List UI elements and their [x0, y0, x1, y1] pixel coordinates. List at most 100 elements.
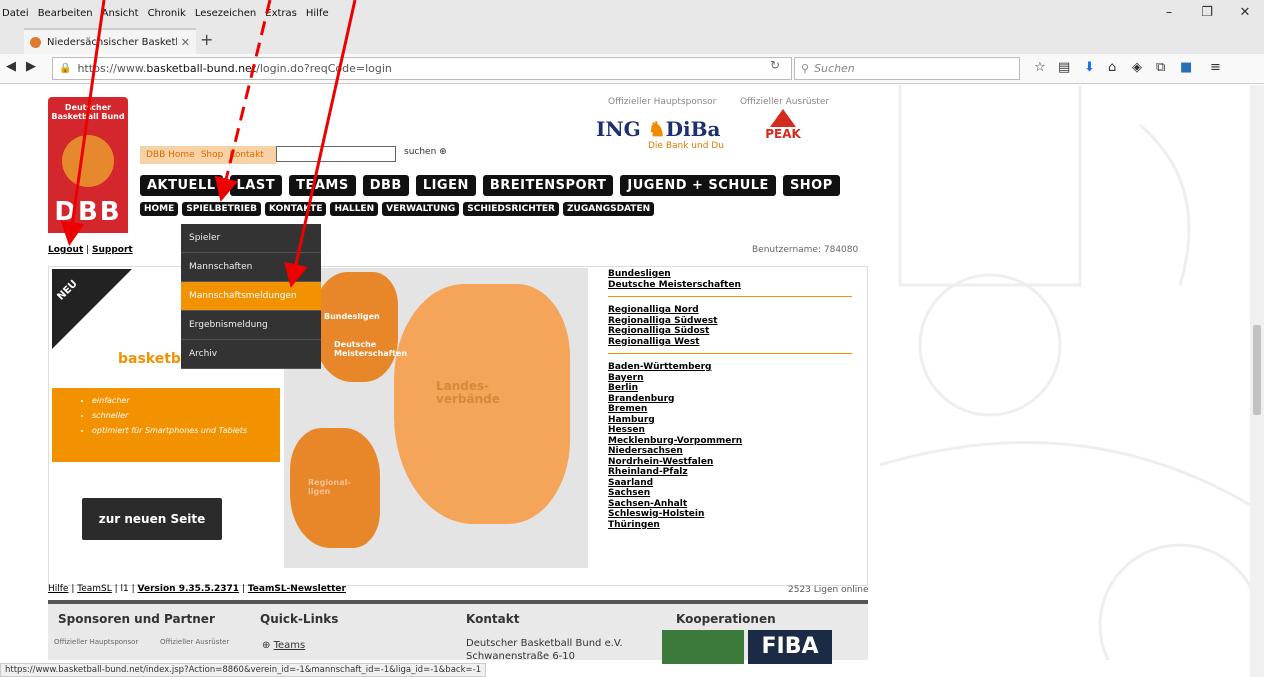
url-prefix: https://www. [77, 62, 147, 75]
fiba-logo[interactable]: FIBA [748, 630, 832, 664]
menu-chronik[interactable]: Chronik [148, 8, 186, 19]
link-state[interactable]: Berlin [608, 383, 852, 394]
subnav-spielbetrieb[interactable]: SPIELBETRIEB [182, 202, 262, 216]
link-state[interactable]: Mecklenburg-Vorpommern [608, 436, 852, 447]
bookmark-star-icon[interactable]: ☆ [1034, 60, 1046, 75]
quicklink-teams-label: Teams [273, 640, 306, 651]
tab-close-icon[interactable]: ✕ [181, 36, 190, 49]
heading-kontakt: Kontakt [466, 612, 520, 626]
link-regional[interactable]: Regionalliga Südost [608, 326, 852, 337]
url-bar[interactable]: 🔒 https://www. basketball-bund.net/login.… [52, 57, 792, 80]
dropdown-mannschaften[interactable]: Mannschaften [181, 253, 321, 282]
quicklink-teams[interactable]: ⊕ Teams [262, 640, 305, 651]
menu-datei[interactable]: Datei [2, 8, 29, 19]
nav-last[interactable]: LAST [229, 175, 283, 196]
dropdown-archiv[interactable]: Archiv [181, 340, 321, 369]
link-state[interactable]: Thüringen [608, 520, 852, 531]
map-bundesligen[interactable] [314, 272, 398, 382]
kontakt-link[interactable]: Kontakt [229, 150, 263, 160]
link-state[interactable]: Baden-Württemberg [608, 362, 852, 373]
shop-link[interactable]: Shop [201, 150, 224, 160]
dropdown-spieler[interactable]: Spieler [181, 224, 321, 253]
dbb-home-link[interactable]: DBB Home [146, 150, 195, 160]
link-state[interactable]: Hamburg [608, 415, 852, 426]
link-state[interactable]: Sachsen-Anhalt [608, 499, 852, 510]
nav-breitensport[interactable]: BREITENSPORT [482, 175, 614, 196]
scroll-thumb[interactable] [1253, 325, 1261, 415]
dropdown-mannschaftsmeldungen[interactable]: Mannschaftsmeldungen [181, 282, 321, 311]
bookmarks-list-icon[interactable]: ▤ [1058, 60, 1070, 75]
ing-diba-logo[interactable]: ING ♞DiBa [596, 117, 720, 141]
link-dm[interactable]: Deutsche Meisterschaften [608, 280, 852, 291]
menu-ansicht[interactable]: Ansicht [102, 8, 139, 19]
link-state[interactable]: Niedersachsen [608, 446, 852, 457]
dbb-logo[interactable]: Deutscher Basketball Bund DBB [48, 97, 128, 233]
link-state[interactable]: Saarland [608, 478, 852, 489]
vertical-scrollbar[interactable] [1250, 85, 1264, 677]
support-link[interactable]: Support [92, 245, 133, 255]
link-regional[interactable]: Regionalliga Nord [608, 305, 852, 316]
nav-ligen[interactable]: LIGEN [415, 175, 476, 196]
screenshot-icon[interactable]: ⧉ [1156, 60, 1165, 75]
link-state[interactable]: Schleswig-Holstein [608, 509, 852, 520]
nav-aktuell[interactable]: AKTUELL [140, 175, 223, 196]
germany-map[interactable]: Bundesligen Deutsche Meisterschaften Lan… [284, 268, 588, 568]
link-state[interactable]: Sachsen [608, 488, 852, 499]
main-sponsor-label: Offizieller Hauptsponsor [608, 97, 717, 107]
link-state[interactable]: Bremen [608, 404, 852, 415]
peak-logo[interactable]: PEAK [763, 109, 803, 141]
extension-icon[interactable]: ■ [1180, 60, 1192, 75]
favicon-icon [30, 36, 41, 48]
link-bundesligen[interactable]: Bundesligen [608, 269, 852, 280]
nav-teams[interactable]: TEAMS [289, 175, 356, 196]
site-search-input[interactable] [276, 146, 396, 162]
link-state[interactable]: Bayern [608, 373, 852, 384]
link-regional[interactable]: Regionalliga West [608, 337, 852, 348]
logout-link[interactable]: Logout [48, 245, 83, 255]
reload-icon[interactable]: ↻ [770, 58, 780, 72]
tab-active[interactable]: Niedersächsischer Basketbal ✕ [24, 28, 196, 54]
link-state[interactable]: Rheinland-Pfalz [608, 467, 852, 478]
hamburger-menu-icon[interactable]: ≡ [1210, 60, 1221, 75]
search-icon: ⚲ [801, 62, 810, 75]
menu-extras[interactable]: Extras [265, 8, 297, 19]
nav-jugend-schule[interactable]: JUGEND + SCHULE [620, 175, 776, 196]
nav-shop[interactable]: SHOP [782, 175, 840, 196]
menu-bearbeiten[interactable]: Bearbeiten [38, 8, 93, 19]
menu-hilfe[interactable]: Hilfe [306, 8, 329, 19]
dropdown-ergebnismeldung[interactable]: Ergebnismeldung [181, 311, 321, 340]
new-tab-icon[interactable]: + [200, 30, 213, 49]
pocket-icon[interactable]: ◈ [1132, 60, 1142, 75]
nav-dbb[interactable]: DBB [362, 175, 409, 196]
subnav-kontakte[interactable]: KONTAKTE [265, 202, 327, 216]
home-icon[interactable]: ⌂ [1108, 60, 1116, 75]
subnav-verwaltung[interactable]: VERWALTUNG [382, 202, 460, 216]
heading-quicklinks: Quick-Links [260, 612, 339, 626]
url-host: basketball-bund.net [146, 62, 257, 75]
link-state[interactable]: Nordrhein-Westfalen [608, 457, 852, 468]
ing-slogan: Die Bank und Du [648, 141, 724, 151]
globe-logo[interactable] [662, 630, 744, 664]
hilfe-link[interactable]: Hilfe [48, 584, 68, 594]
link-state[interactable]: Hessen [608, 425, 852, 436]
contact-address1: Deutscher Basketball Bund e.V. [466, 638, 623, 649]
restore-icon[interactable]: ❐ [1188, 0, 1226, 24]
minimize-icon[interactable]: – [1150, 0, 1188, 24]
subnav-schiedsrichter[interactable]: SCHIEDSRICHTER [463, 202, 559, 216]
menu-lesezeichen[interactable]: Lesezeichen [195, 8, 256, 19]
download-icon[interactable]: ⬇ [1084, 60, 1095, 75]
new-site-button[interactable]: zur neuen Seite [82, 498, 222, 540]
forward-icon[interactable]: ▶ [26, 59, 36, 74]
newsletter-link[interactable]: TeamSL-Newsletter [248, 584, 346, 594]
version-link[interactable]: Version 9.35.5.2371 [138, 584, 240, 594]
subnav-home[interactable]: HOME [140, 202, 179, 216]
close-icon[interactable]: ✕ [1226, 0, 1264, 24]
subnav-zugangsdaten[interactable]: ZUGANGSDATEN [562, 202, 655, 216]
subnav-hallen[interactable]: HALLEN [330, 202, 379, 216]
link-state[interactable]: Brandenburg [608, 394, 852, 405]
site-search-button[interactable]: suchen ⊕ [404, 147, 447, 157]
link-regional[interactable]: Regionalliga Südwest [608, 316, 852, 327]
back-icon[interactable]: ◀ [6, 59, 16, 74]
search-input[interactable]: ⚲ Suchen [794, 57, 1020, 80]
teamsl-link[interactable]: TeamSL [77, 584, 112, 594]
